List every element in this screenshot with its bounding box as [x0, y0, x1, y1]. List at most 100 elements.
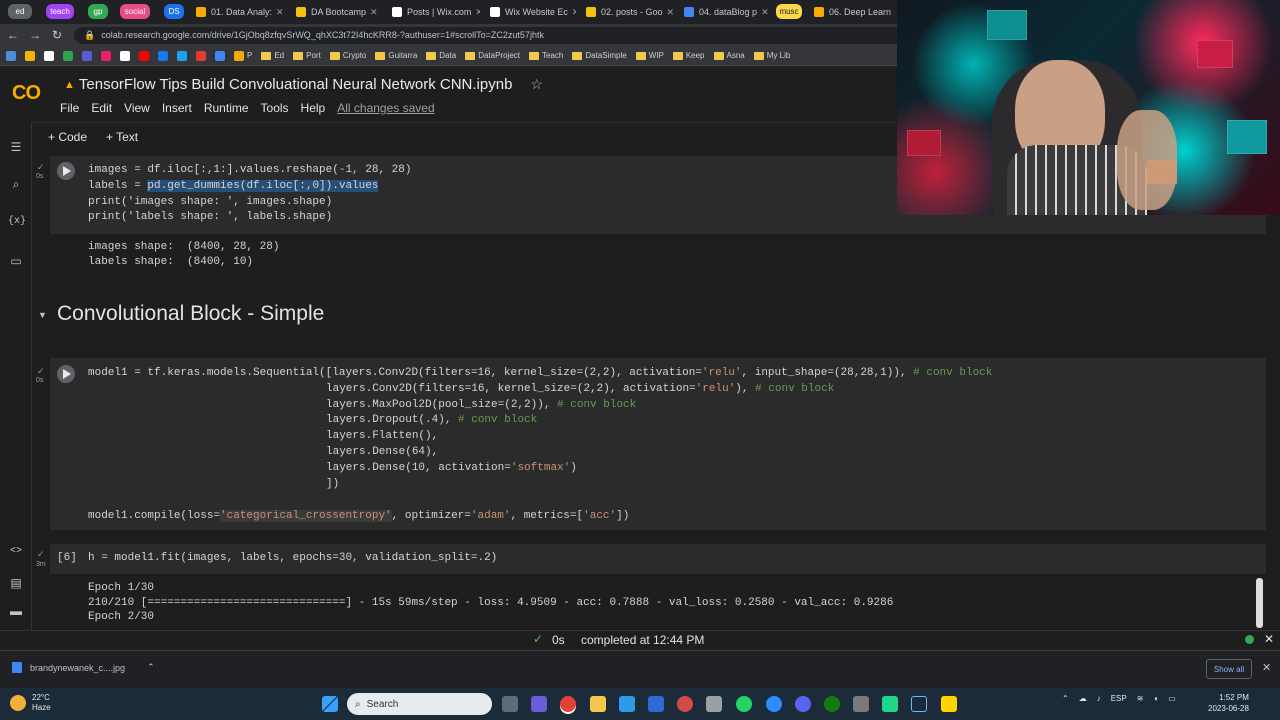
menu-help[interactable]: Help — [301, 101, 326, 115]
taskbar-search-input[interactable]: ⌕ Search — [347, 693, 492, 715]
code-snippets-icon[interactable]: <> — [8, 546, 24, 557]
close-tab-icon[interactable]: ✕ — [568, 7, 576, 18]
menu-view[interactable]: View — [124, 101, 150, 115]
teams-chat-icon[interactable] — [531, 696, 547, 712]
runtime-connected-icon[interactable] — [1245, 635, 1254, 644]
taskbar-clock[interactable]: 1:52 PM 2023-06-28 — [1208, 692, 1249, 714]
bookmark-folder[interactable]: Data — [426, 51, 456, 60]
browser-tab[interactable]: DA Bootcamp ✕ — [290, 2, 382, 22]
store-icon[interactable] — [648, 696, 664, 712]
facebook-icon[interactable] — [158, 50, 168, 61]
bookmark-favicon-icon[interactable] — [63, 50, 73, 61]
file-explorer-icon[interactable] — [590, 696, 606, 712]
collapse-section-icon[interactable]: ▼ — [38, 310, 47, 320]
bookmark-folder[interactable]: Crypto — [329, 51, 366, 60]
notebook-title[interactable]: TensorFlow Tips Build Convoluational Neu… — [79, 76, 513, 93]
bookmark-folder[interactable]: Port — [293, 51, 321, 60]
tab-group-gp[interactable]: gp — [88, 4, 108, 19]
tab-group-teach[interactable]: teach — [46, 4, 74, 19]
table-of-contents-icon[interactable]: ☰ — [8, 140, 24, 154]
bookmark-favicon-icon[interactable] — [177, 50, 187, 61]
sticky-notes-icon[interactable] — [941, 696, 957, 712]
battery-icon[interactable]: ▭ — [1168, 694, 1176, 703]
run-cell-button[interactable] — [57, 162, 75, 180]
close-downloads-icon[interactable]: ✕ — [1262, 661, 1271, 674]
colab-logo[interactable]: CO — [12, 82, 41, 105]
menu-file[interactable]: File — [60, 101, 79, 115]
app-icon[interactable] — [853, 696, 869, 712]
bookmark-favicon-icon[interactable] — [82, 50, 92, 61]
windows-start-icon[interactable] — [322, 696, 338, 712]
browser-tab[interactable]: 01. Data Analy: ✕ — [190, 2, 286, 22]
browser-tab[interactable]: 02. posts - Goo ✕ — [580, 2, 674, 22]
variables-icon[interactable]: {x} — [8, 216, 26, 227]
youtube-icon[interactable] — [139, 50, 149, 61]
onedrive-cloud-icon[interactable]: ☁ — [1079, 694, 1087, 703]
menu-runtime[interactable]: Runtime — [204, 101, 249, 115]
steam-icon[interactable] — [911, 696, 927, 712]
browser-tab[interactable]: 06. Deep Learn — [808, 2, 896, 22]
language-indicator[interactable]: ESP — [1111, 694, 1127, 703]
bookmark-folder[interactable]: Teach — [528, 51, 563, 60]
bookmark-folder[interactable]: Asna — [713, 51, 745, 60]
output-scrollbar[interactable] — [1256, 578, 1263, 628]
weather-widget[interactable]: 22°C Haze — [10, 693, 51, 713]
bookmark-folder[interactable]: Guitarra — [375, 51, 417, 60]
discord-icon[interactable] — [795, 696, 811, 712]
terminal-icon[interactable]: ▬ — [8, 604, 24, 618]
browser-tab[interactable]: Wix Website Ec ✕ — [484, 2, 576, 22]
back-arrow-icon[interactable]: ← — [4, 28, 22, 42]
bookmark-favicon-icon[interactable] — [44, 50, 54, 61]
close-tab-icon[interactable]: ✕ — [471, 7, 480, 18]
bookmark-folder[interactable]: Keep — [672, 51, 705, 60]
bookmark-folder[interactable]: WIP — [635, 51, 664, 60]
files-folder-icon[interactable]: ▭ — [8, 254, 24, 268]
url-input[interactable]: 🔒 colab.research.google.com/drive/1GjObq… — [74, 26, 934, 44]
bookmark-folder[interactable]: DataSimple — [572, 51, 627, 60]
menu-insert[interactable]: Insert — [162, 101, 192, 115]
close-tab-icon[interactable]: ✕ — [366, 7, 378, 18]
add-code-cell-button[interactable]: + Code — [48, 130, 87, 144]
browser-tab[interactable]: Posts | Wix.com ✕ — [386, 2, 480, 22]
forward-arrow-icon[interactable]: → — [26, 28, 44, 42]
bookmark-favicon-icon[interactable] — [120, 50, 130, 61]
edge-icon[interactable] — [619, 696, 635, 712]
bookmark-favicon-icon[interactable] — [25, 50, 35, 61]
xbox-icon[interactable] — [824, 696, 840, 712]
close-tab-icon[interactable]: ✕ — [663, 7, 674, 18]
reload-icon[interactable]: ↻ — [48, 28, 66, 42]
star-icon[interactable]: ☆ — [530, 76, 543, 93]
run-cell-button[interactable] — [57, 365, 75, 383]
save-status-link[interactable]: All changes saved — [337, 101, 434, 115]
download-item[interactable]: brandynewanek_c....jpg ⌃ — [12, 662, 155, 673]
chevron-up-icon[interactable]: ⌃ — [1062, 694, 1069, 703]
bookmark-favicon-icon[interactable] — [215, 50, 225, 61]
search-icon[interactable]: ⌕ — [8, 177, 24, 192]
whatsapp-icon[interactable] — [736, 696, 752, 712]
command-palette-icon[interactable]: ▤ — [8, 576, 24, 590]
show-all-downloads-button[interactable]: Show all — [1206, 659, 1252, 679]
bookmark-favicon-icon[interactable] — [101, 50, 111, 61]
microphone-icon[interactable]: ♪ — [1097, 694, 1101, 703]
bookmark-folder[interactable]: Ed — [261, 51, 284, 60]
volume-icon[interactable]: ◖ — [1153, 694, 1158, 703]
close-tab-icon[interactable]: ✕ — [757, 7, 769, 18]
close-tab-icon[interactable]: ✕ — [272, 7, 284, 18]
task-view-icon[interactable] — [502, 696, 518, 712]
bookmark-p[interactable]: P — [234, 50, 252, 61]
add-text-cell-button[interactable]: + Text — [106, 130, 138, 144]
browser-tab[interactable]: 04. dataBlog p ✕ — [678, 2, 770, 22]
zoom-icon[interactable] — [766, 696, 782, 712]
chevron-up-icon[interactable]: ⌃ — [147, 662, 155, 673]
tab-group-musc[interactable]: musc — [776, 4, 802, 19]
app-icon[interactable] — [706, 696, 722, 712]
tab-group-ds[interactable]: DS — [164, 4, 184, 19]
close-status-icon[interactable]: ✕ — [1264, 632, 1274, 646]
bookmark-folder[interactable]: My Lib — [753, 51, 790, 60]
tab-group-ed[interactable]: ed — [8, 4, 32, 19]
apps-icon[interactable] — [6, 50, 16, 61]
bookmark-folder[interactable]: DataProject — [465, 51, 520, 60]
tab-group-social[interactable]: social — [120, 4, 150, 19]
menu-edit[interactable]: Edit — [91, 101, 112, 115]
pycharm-icon[interactable] — [882, 696, 898, 712]
